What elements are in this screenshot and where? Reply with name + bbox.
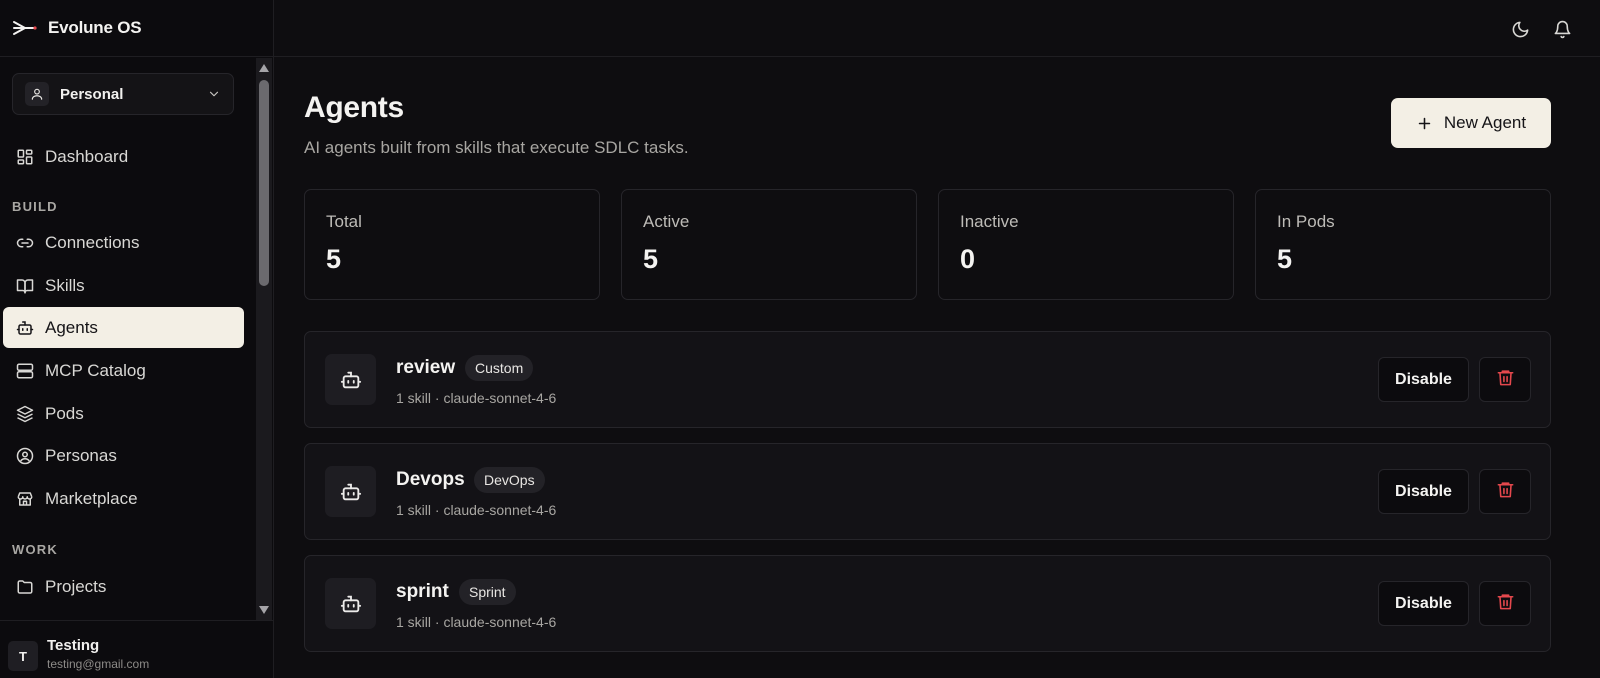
sidebar-item-label: Projects <box>45 576 107 596</box>
bot-icon <box>15 318 35 338</box>
user-info: Testing testing@gmail.com <box>47 637 149 671</box>
sidebar-item-agents[interactable]: Agents <box>3 307 244 348</box>
user-circle-icon <box>15 446 35 466</box>
sidebar-item-personas[interactable]: Personas <box>3 435 244 476</box>
book-open-icon <box>15 276 35 296</box>
agent-meta: 1 skill · claude-sonnet-4-6 <box>396 502 557 518</box>
chevron-down-icon <box>207 87 221 101</box>
sidebar-item-skills[interactable]: Skills <box>3 265 244 306</box>
sidebar-item-label: Connections <box>45 232 140 252</box>
agent-name: review <box>396 357 456 378</box>
sidebar-scroll-area: Personal Dashboard BUILD Connections Ski… <box>0 58 256 620</box>
sidebar-item-label: Skills <box>45 275 85 295</box>
section-label-build: BUILD <box>12 199 58 214</box>
delete-button[interactable] <box>1479 357 1531 402</box>
sidebar-item-mcp-catalog[interactable]: MCP Catalog <box>3 350 244 391</box>
stat-value: 0 <box>960 244 976 274</box>
agent-card-review[interactable]: review Custom 1 skill · claude-sonnet-4-… <box>304 331 1551 428</box>
agent-card-devops[interactable]: Devops DevOps 1 skill · claude-sonnet-4-… <box>304 443 1551 540</box>
brand[interactable]: Evolune OS <box>0 0 273 57</box>
user-profile[interactable]: T Testing testing@gmail.com <box>0 620 273 678</box>
agent-name: sprint <box>396 581 449 602</box>
user-email: testing@gmail.com <box>47 657 150 671</box>
bot-icon <box>325 578 376 629</box>
agent-meta: 1 skill · claude-sonnet-4-6 <box>396 614 557 630</box>
folder-icon <box>15 577 35 597</box>
stat-value: 5 <box>326 244 342 274</box>
agent-tag: DevOps <box>474 467 545 493</box>
stat-card-in-pods: In Pods 5 <box>1255 189 1551 300</box>
sidebar-item-dashboard[interactable]: Dashboard <box>3 136 244 177</box>
stat-card-active: Active 5 <box>621 189 917 300</box>
sidebar-item-pods[interactable]: Pods <box>3 393 244 434</box>
stat-card-total: Total 5 <box>304 189 600 300</box>
sidebar-item-label: Personas <box>45 445 117 465</box>
new-agent-label: New Agent <box>1443 113 1527 132</box>
server-icon <box>15 361 35 381</box>
sidebar-item-label: Pods <box>45 403 84 423</box>
user-icon <box>25 82 49 106</box>
workspace-switcher[interactable]: Personal <box>12 73 234 115</box>
stat-value: 5 <box>643 244 659 274</box>
sidebar-item-connections[interactable]: Connections <box>3 222 244 263</box>
page-title: Agents <box>304 91 404 124</box>
bot-icon <box>325 354 376 405</box>
trash-icon <box>1496 480 1515 504</box>
trash-icon <box>1496 592 1515 616</box>
app-name: Evolune OS <box>48 18 142 37</box>
stat-card-inactive: Inactive 0 <box>938 189 1234 300</box>
bell-icon[interactable] <box>1551 18 1573 40</box>
new-agent-button[interactable]: New Agent <box>1391 98 1551 148</box>
top-bar <box>274 0 1600 57</box>
disable-button[interactable]: Disable <box>1378 581 1469 626</box>
sidebar-item-label: Dashboard <box>45 146 129 166</box>
layers-icon <box>15 404 35 424</box>
stat-label: Total <box>326 212 362 231</box>
agent-tag: Sprint <box>459 579 516 605</box>
store-icon <box>15 489 35 509</box>
scroll-down-arrow-icon[interactable] <box>256 602 272 618</box>
sidebar-scrollbar[interactable] <box>256 58 272 620</box>
delete-button[interactable] <box>1479 469 1531 514</box>
dashboard-icon <box>15 147 35 167</box>
sidebar-item-marketplace[interactable]: Marketplace <box>3 478 244 519</box>
sidebar: Evolune OS Personal Dashboard BUILD Conn… <box>0 0 274 678</box>
scrollbar-thumb[interactable] <box>259 80 269 286</box>
agent-tag: Custom <box>465 355 534 381</box>
scroll-up-arrow-icon[interactable] <box>256 60 272 76</box>
agent-card-sprint[interactable]: sprint Sprint 1 skill · claude-sonnet-4-… <box>304 555 1551 652</box>
stat-label: In Pods <box>1277 212 1335 231</box>
user-name: Testing <box>47 637 100 654</box>
workspace-label: Personal <box>60 85 124 103</box>
trash-icon <box>1496 368 1515 392</box>
evolune-logo-icon <box>12 18 38 38</box>
sidebar-item-label: Marketplace <box>45 488 138 508</box>
agent-meta: 1 skill · claude-sonnet-4-6 <box>396 390 557 406</box>
page-subtitle: AI agents built from skills that execute… <box>304 138 689 157</box>
section-label-work: WORK <box>12 542 58 557</box>
stat-label: Inactive <box>960 212 1019 231</box>
main-content: Agents AI agents built from skills that … <box>274 58 1600 678</box>
sidebar-item-label: Agents <box>45 317 98 337</box>
sidebar-item-projects[interactable]: Projects <box>3 566 244 607</box>
moon-icon[interactable] <box>1509 18 1531 40</box>
avatar: T <box>8 641 38 671</box>
app-root: Evolune OS Personal Dashboard BUILD Conn… <box>0 0 1600 678</box>
bot-icon <box>325 466 376 517</box>
plus-icon <box>1416 115 1433 132</box>
disable-button[interactable]: Disable <box>1378 469 1469 514</box>
sidebar-item-label: MCP Catalog <box>45 360 146 380</box>
disable-button[interactable]: Disable <box>1378 357 1469 402</box>
agent-name: Devops <box>396 469 465 490</box>
stat-label: Active <box>643 212 690 231</box>
link-icon <box>15 233 35 253</box>
stat-value: 5 <box>1277 244 1293 274</box>
delete-button[interactable] <box>1479 581 1531 626</box>
